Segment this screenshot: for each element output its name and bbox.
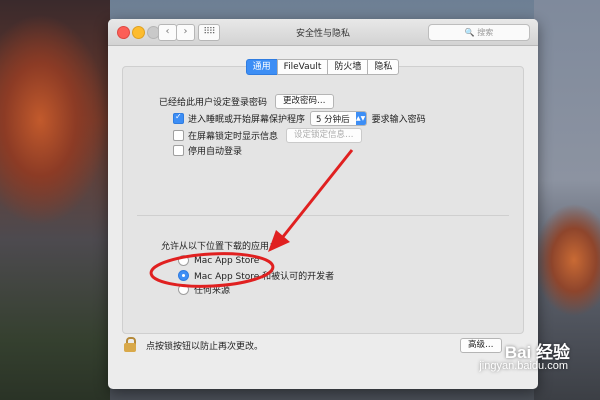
search-input[interactable]: 🔍 搜索 (428, 24, 530, 41)
show-message-label: 在屏幕锁定时显示信息 (188, 132, 279, 142)
radio-anywhere-label: 任何来源 (194, 286, 231, 296)
tab-general[interactable]: 通用 (245, 59, 278, 75)
general-panel: 已经给此用户设定登录密码 更改密码… 进入睡眠或开始屏幕保护程序 5 分钟后 ▲… (122, 66, 524, 334)
search-placeholder: 搜索 (477, 28, 494, 37)
disable-auto-login-label: 停用自动登录 (188, 147, 243, 157)
chevron-updown-icon: ▲▼ (355, 112, 366, 125)
security-privacy-window: ‹ › ⠿⠿ 安全性与隐私 🔍 搜索 已经给此用户设定登录密码 更改密码… 进入… (108, 19, 538, 389)
password-delay-select[interactable]: 5 分钟后 ▲▼ (310, 111, 367, 126)
lock-hint-text: 点按锁按钮以防止再次更改。 (146, 342, 264, 352)
radio-app-store-and-identified[interactable] (178, 270, 189, 281)
tab-privacy[interactable]: 隐私 (367, 59, 400, 75)
radio-app-store-and-identified-label: Mac App Store 和被认可的开发者 (194, 272, 335, 282)
radio-mac-app-store[interactable] (178, 255, 189, 266)
titlebar: ‹ › ⠿⠿ 安全性与隐私 🔍 搜索 (108, 19, 538, 46)
divider (137, 215, 509, 216)
disable-auto-login-checkbox[interactable] (173, 145, 184, 156)
watermark-url: jingyan.baidu.com (479, 360, 568, 372)
tab-bar: 通用 FileVault 防火墙 隐私 (108, 59, 538, 75)
tab-filevault[interactable]: FileVault (276, 59, 329, 75)
advanced-button[interactable]: 高级… (460, 338, 502, 353)
require-password-suffix: 要求输入密码 (371, 115, 426, 125)
show-message-checkbox[interactable] (173, 130, 184, 141)
set-lock-message-button[interactable]: 设定锁定信息… (286, 128, 362, 143)
password-set-label: 已经给此用户设定登录密码 (159, 98, 268, 108)
radio-anywhere[interactable] (178, 284, 189, 295)
require-password-label: 进入睡眠或开始屏幕保护程序 (188, 115, 306, 125)
require-password-checkbox[interactable] (173, 112, 184, 124)
radio-mac-app-store-label: Mac App Store (194, 255, 260, 266)
download-source-heading: 允许从以下位置下载的应用： (161, 242, 279, 252)
password-delay-value: 5 分钟后 (316, 114, 350, 125)
tab-firewall[interactable]: 防火墙 (327, 59, 369, 75)
change-password-button[interactable]: 更改密码… (275, 94, 334, 109)
search-icon: 🔍 (464, 28, 475, 37)
lock-icon[interactable] (124, 337, 136, 352)
wallpaper-left (0, 0, 110, 400)
